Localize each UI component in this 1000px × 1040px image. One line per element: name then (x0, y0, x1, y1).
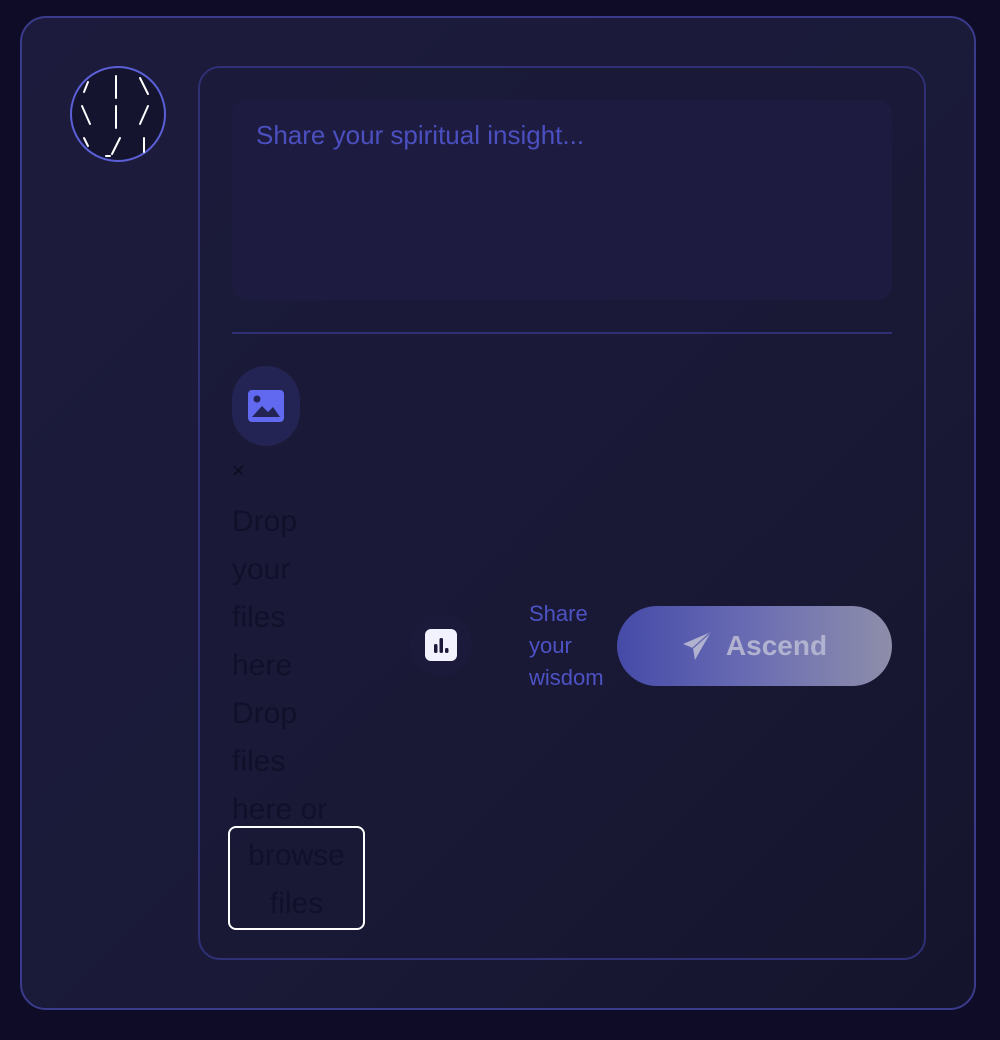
bar-chart-icon (425, 629, 457, 661)
insight-input[interactable] (232, 100, 892, 300)
add-poll-button[interactable] (410, 614, 472, 676)
add-media-button[interactable] (232, 366, 300, 446)
browse-files-button[interactable]: browse files (228, 826, 365, 930)
dropzone-text: Drop your files here Drop files here or (232, 505, 328, 826)
ascend-label: Ascend (725, 630, 828, 661)
image-icon (248, 390, 284, 422)
divider (232, 332, 892, 334)
sacred-symbol-icon (81, 75, 149, 157)
ascend-button[interactable]: Ascend (617, 606, 892, 686)
avatar[interactable] (70, 66, 166, 162)
share-hint: Share your wisdom (529, 601, 604, 690)
close-dropzone-button[interactable]: × (232, 458, 245, 484)
paper-plane-icon (682, 631, 712, 660)
